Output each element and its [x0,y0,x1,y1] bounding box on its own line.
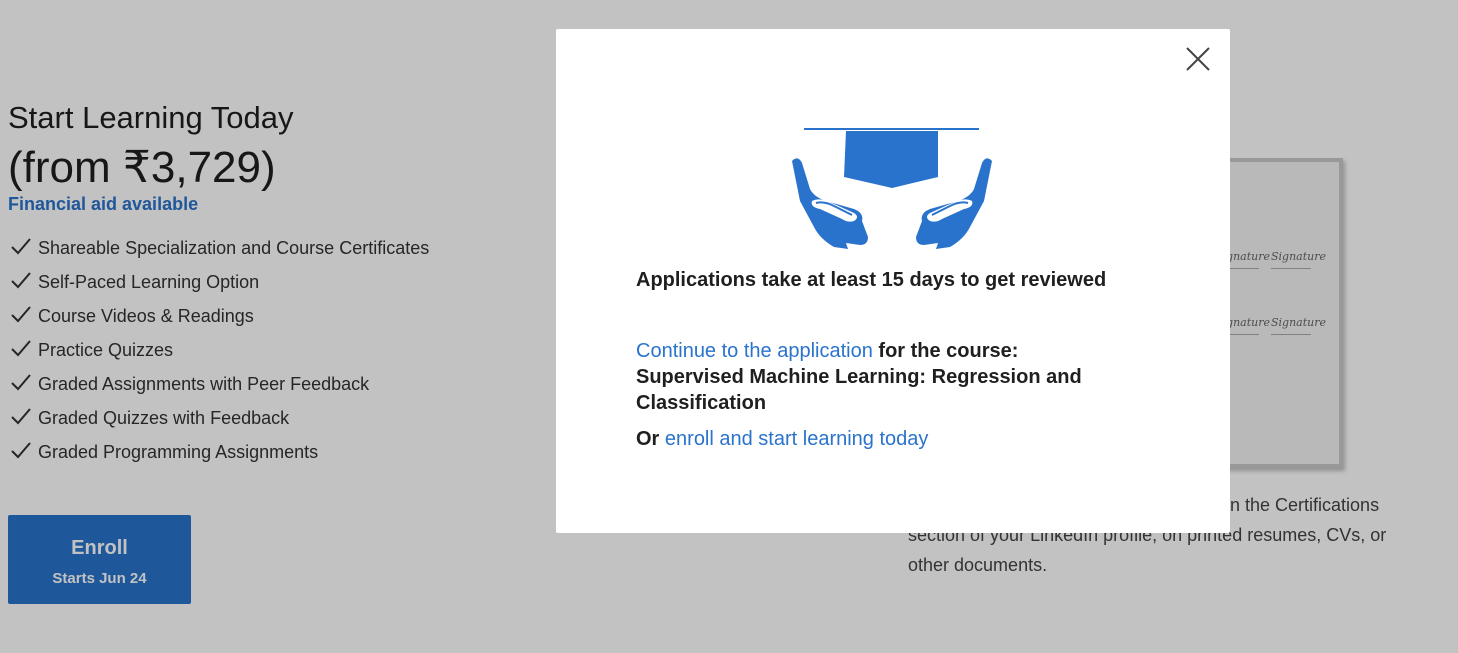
modal-message: Continue to the application for the cour… [636,338,1136,416]
course-page: Start Learning Today (from ₹3,729) Finan… [0,0,1458,653]
enroll-start-link[interactable]: enroll and start learning today [665,428,929,450]
close-button[interactable] [1184,45,1212,73]
modal-or-line: Or enroll and start learning today [636,426,1136,452]
for-course-text: for the course: [878,340,1019,362]
or-text: Or [636,428,660,450]
continue-application-link[interactable]: Continue to the application [636,340,873,362]
close-icon [1186,47,1210,71]
financial-aid-modal: Applications take at least 15 days to ge… [556,29,1230,533]
graduation-hands-icon [792,128,992,249]
course-name: Supervised Machine Learning: Regression … [636,366,1082,414]
modal-heading: Applications take at least 15 days to ge… [636,269,1107,291]
